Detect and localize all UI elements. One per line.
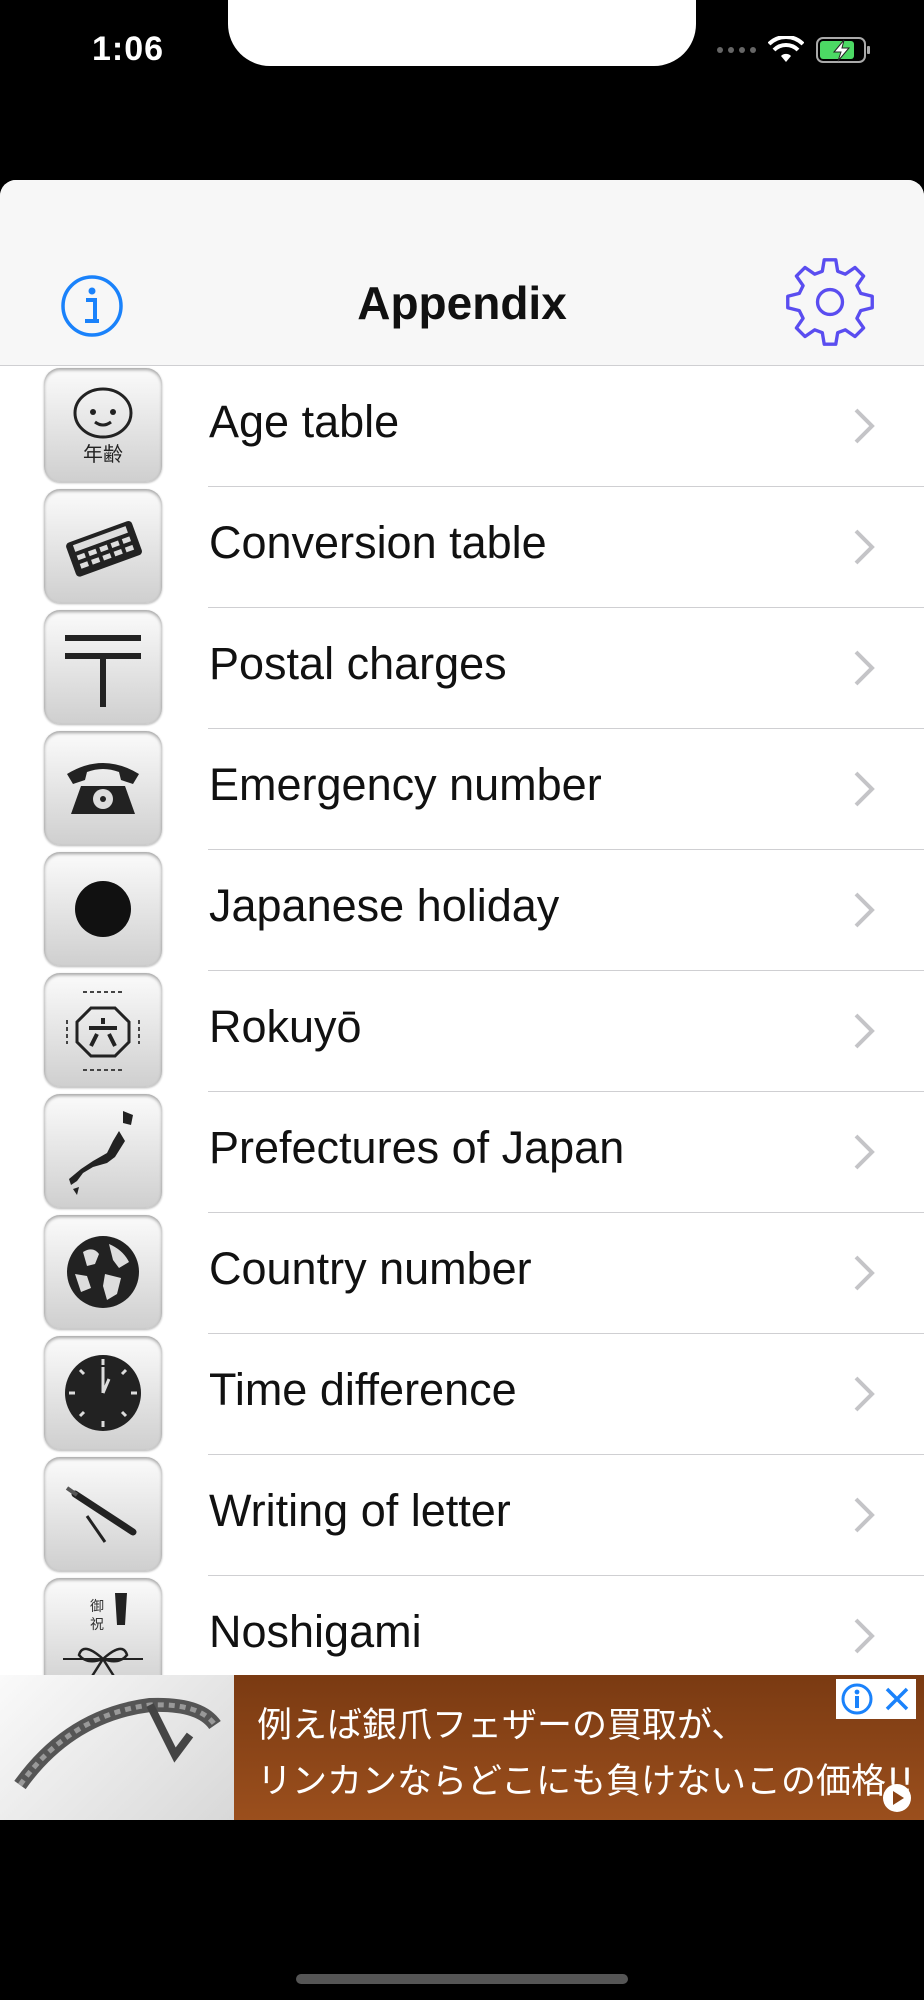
ad-choices[interactable]	[836, 1679, 916, 1719]
clock-icon	[44, 1336, 162, 1450]
wifi-icon	[768, 36, 804, 62]
ad-info-icon[interactable]	[841, 1683, 873, 1715]
battery-charging-icon	[816, 37, 870, 63]
list-item-emergency-number[interactable]: Emergency number	[0, 729, 924, 850]
list-item-age-table[interactable]: 年齢 Age table	[0, 366, 924, 487]
list-item-label: Time difference	[209, 1364, 517, 1415]
list-item-label: Noshigami	[209, 1606, 422, 1657]
list-item-label: Rokuyō	[209, 1001, 362, 1052]
ad-close-icon[interactable]	[883, 1685, 911, 1713]
chevron-right-icon	[854, 529, 875, 565]
chevron-right-icon	[854, 1255, 875, 1291]
chevron-right-icon	[854, 892, 875, 928]
signal-icon	[717, 47, 756, 53]
list-item-label: Emergency number	[209, 759, 602, 810]
list-item-label: Prefectures of Japan	[209, 1122, 625, 1173]
notch	[228, 0, 696, 66]
list-item-time-difference[interactable]: Time difference	[0, 1334, 924, 1455]
chevron-right-icon	[854, 1376, 875, 1412]
svg-text:祝: 祝	[90, 1617, 104, 1633]
rokuyo-seal-icon	[44, 973, 162, 1087]
gear-icon[interactable]	[782, 254, 878, 350]
hinomaru-icon	[44, 852, 162, 966]
status-bar: 1:06	[0, 0, 924, 110]
ad-product-image[interactable]	[0, 1675, 234, 1820]
list-item-prefectures[interactable]: Prefectures of Japan	[0, 1092, 924, 1213]
chevron-right-icon	[854, 650, 875, 686]
app-screen: Appendix 年齢 Age table Conversion table P…	[0, 180, 924, 1820]
postal-mark-icon	[44, 610, 162, 724]
list-item-conversion-table[interactable]: Conversion table	[0, 487, 924, 608]
list-item-label: Writing of letter	[209, 1485, 511, 1536]
baby-face-icon: 年齢	[44, 368, 162, 482]
svg-text:年齢: 年齢	[83, 442, 123, 466]
list-item-japanese-holiday[interactable]: Japanese holiday	[0, 850, 924, 971]
chevron-right-icon	[854, 1618, 875, 1654]
globe-icon	[44, 1215, 162, 1329]
list-item-postal-charges[interactable]: Postal charges	[0, 608, 924, 729]
ad-headline: 例えば銀爪フェザーの買取が、	[257, 1706, 747, 1746]
pen-icon	[44, 1457, 162, 1571]
appendix-list: 年齢 Age table Conversion table Postal cha…	[0, 366, 924, 1697]
ad-subline: リンカンならどこにも負けないこの価格!!	[257, 1762, 915, 1802]
list-item-label: Postal charges	[209, 638, 507, 689]
chevron-right-icon	[854, 1497, 875, 1533]
status-icons	[717, 30, 872, 70]
chevron-right-icon	[854, 771, 875, 807]
chevron-right-icon	[854, 1134, 875, 1170]
status-time: 1:06	[92, 30, 165, 68]
telephone-icon	[44, 731, 162, 845]
chevron-right-icon	[854, 1013, 875, 1049]
chevron-right-icon	[854, 408, 875, 444]
calculator-icon	[44, 489, 162, 603]
navigation-bar: Appendix	[0, 180, 924, 366]
ad-banner[interactable]: 例えば銀爪フェザーの買取が、 リンカンならどこにも負けないこの価格!!	[0, 1675, 924, 1820]
list-item-writing-of-letter[interactable]: Writing of letter	[0, 1455, 924, 1576]
ad-play-icon[interactable]	[882, 1783, 912, 1813]
list-item-label: Conversion table	[209, 517, 547, 568]
list-item-rokuyo[interactable]: Rokuyō	[0, 971, 924, 1092]
list-item-country-number[interactable]: Country number	[0, 1213, 924, 1334]
list-item-label: Country number	[209, 1243, 532, 1294]
japan-map-icon	[44, 1094, 162, 1208]
list-item-label: Age table	[209, 396, 400, 447]
svg-text:御: 御	[90, 1599, 104, 1615]
list-item-label: Japanese holiday	[209, 880, 560, 931]
home-indicator[interactable]	[296, 1974, 628, 1984]
